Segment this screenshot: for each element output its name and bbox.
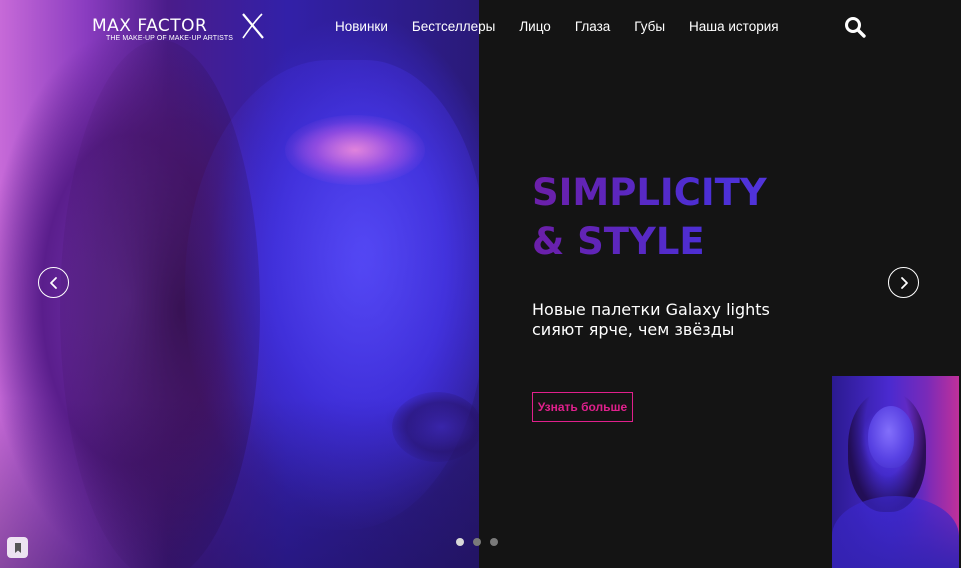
carousel-dot-3[interactable] xyxy=(490,538,498,546)
thumbnail-body xyxy=(832,496,959,568)
hero-headline: SIMPLICITY & STYLE xyxy=(532,168,832,266)
nav-item-eyes[interactable]: Глаза xyxy=(575,17,610,37)
nav-item-face[interactable]: Лицо xyxy=(519,17,551,37)
search-icon xyxy=(845,17,866,38)
learn-more-button[interactable]: Узнать больше xyxy=(532,392,633,422)
logo-wordmark: MAX FACTOR xyxy=(92,16,208,36)
carousel-dot-2[interactable] xyxy=(473,538,481,546)
carousel-prev-button[interactable] xyxy=(38,267,69,298)
chevron-right-icon xyxy=(900,276,908,289)
hero-photo xyxy=(0,0,479,568)
chevron-left-icon xyxy=(49,276,57,289)
hero-subtitle-line1: Новые палетки Galaxy lights xyxy=(532,300,770,319)
hero-photo-shade xyxy=(0,0,479,568)
bookmark-button[interactable] xyxy=(7,537,28,558)
hero-headline-line1: SIMPLICITY xyxy=(532,171,767,214)
hero-subtitle: Новые палетки Galaxy lights сияют ярче, … xyxy=(532,300,822,340)
nav-item-our-story[interactable]: Наша история xyxy=(689,17,779,37)
carousel-dot-1[interactable] xyxy=(456,538,464,546)
hero-banner xyxy=(0,0,961,568)
bookmark-icon xyxy=(14,542,21,553)
hero-subtitle-line2: сияют ярче, чем звёзды xyxy=(532,320,735,339)
main-nav: Новинки Бестселлеры Лицо Глаза Губы Наша… xyxy=(335,17,779,37)
hero-headline-line2: & STYLE xyxy=(532,220,705,263)
logo-tagline: THE MAKE-UP OF MAKE-UP ARTISTS xyxy=(106,35,234,42)
nav-item-bestsellers[interactable]: Бестселлеры xyxy=(412,17,495,37)
thumbnail-face xyxy=(868,406,914,468)
logo-x-mark xyxy=(242,13,264,39)
carousel-next-button[interactable] xyxy=(888,267,919,298)
next-slide-thumbnail[interactable] xyxy=(832,376,959,568)
nav-item-new[interactable]: Новинки xyxy=(335,17,388,37)
nav-item-lips[interactable]: Губы xyxy=(634,17,665,37)
max-factor-logo[interactable]: MAX FACTOR THE MAKE-UP OF MAKE-UP ARTIST… xyxy=(92,12,272,46)
carousel-pagination xyxy=(456,538,498,546)
search-button[interactable] xyxy=(843,15,867,39)
